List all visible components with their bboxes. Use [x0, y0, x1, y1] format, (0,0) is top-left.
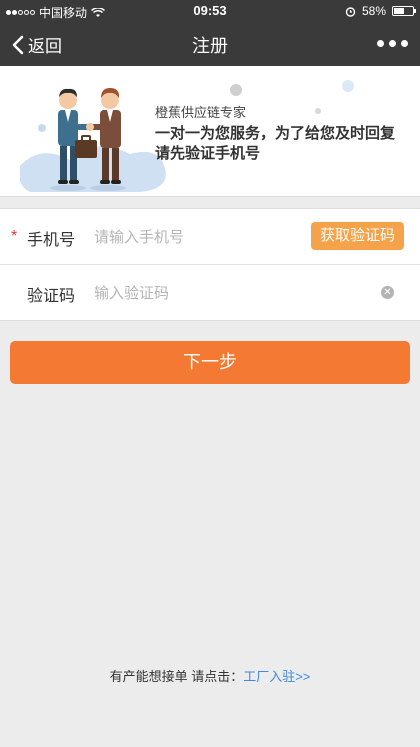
- banner-headline: 一对一为您服务，为了给您及时回复请先验证手机号: [155, 125, 396, 162]
- page-title: 注册: [192, 36, 228, 56]
- status-right: 58%: [345, 4, 416, 18]
- code-label: 验证码: [27, 288, 76, 305]
- banner: 橙蕉供应链专家 一对一为您服务，为了给您及时回复请先验证手机号: [0, 66, 420, 197]
- battery-icon: [392, 6, 416, 16]
- battery-level-fill: [394, 8, 405, 14]
- status-bar: 中国移动 09:53 58%: [0, 0, 420, 22]
- battery-percent: 58%: [361, 4, 386, 18]
- get-code-button[interactable]: 获取验证码: [310, 222, 404, 250]
- next-step-button[interactable]: 下一步: [10, 341, 410, 384]
- more-menu-icon[interactable]: [377, 40, 408, 47]
- decor-dot: [342, 80, 354, 92]
- phone-input[interactable]: [92, 221, 306, 253]
- footer: 有产能想接单 请点击：工厂入驻>>: [0, 666, 420, 685]
- code-row: 验证码 ✕: [0, 264, 420, 320]
- code-input[interactable]: [92, 277, 306, 309]
- nav-bar: 返回 注册: [0, 22, 420, 66]
- phone-label: 手机号: [27, 232, 76, 249]
- factory-join-link[interactable]: 工厂入驻>>: [243, 669, 310, 684]
- decor-dot: [230, 84, 242, 96]
- banner-subtitle: 橙蕉供应链专家: [155, 105, 247, 120]
- phone-row: * 手机号 获取验证码: [0, 209, 420, 264]
- decor-dot: [315, 108, 321, 114]
- footer-prompt: 有产能想接单 请点击：: [109, 669, 244, 684]
- clear-icon[interactable]: ✕: [381, 286, 394, 299]
- registration-form: * 手机号 获取验证码 验证码 ✕: [0, 208, 420, 321]
- alarm-icon: [345, 6, 356, 17]
- required-mark: *: [11, 228, 18, 245]
